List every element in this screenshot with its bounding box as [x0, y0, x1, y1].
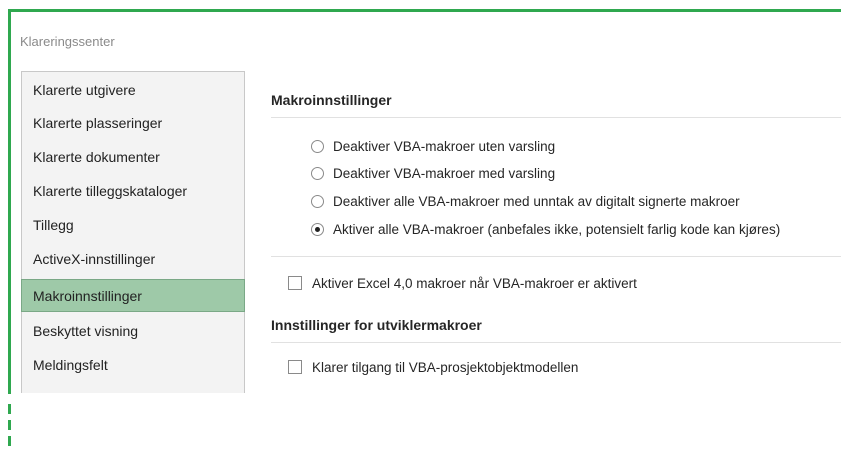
callout-border-top — [8, 9, 841, 12]
section-divider — [271, 117, 841, 118]
checkbox[interactable] — [288, 276, 302, 290]
radio-button[interactable] — [311, 139, 324, 153]
option-label: Deaktiver VBA-makroer med varsling — [333, 165, 556, 181]
checkbox-label: Aktiver Excel 4,0 makroer når VBA-makroe… — [312, 275, 637, 291]
checkbox-label: Klarer tilgang til VBA-prosjektobjektmod… — [312, 359, 579, 375]
radio-button[interactable] — [311, 194, 324, 208]
option-label: Deaktiver VBA-makroer uten varsling — [333, 138, 556, 154]
radio-disable-except-signed[interactable]: Deaktiver alle VBA-makroer med unntak av… — [311, 191, 740, 211]
dialog-title: Klareringssenter — [20, 34, 115, 49]
sidebar-item-trusted-documents[interactable]: Klarerte dokumenter — [22, 141, 244, 174]
option-label: Deaktiver alle VBA-makroer med unntak av… — [333, 193, 740, 209]
sidebar-item-protected-view[interactable]: Beskyttet visning — [22, 315, 244, 348]
radio-disable-with-notification[interactable]: Deaktiver VBA-makroer med varsling — [311, 163, 555, 183]
sidebar-item-addins[interactable]: Tillegg — [22, 209, 244, 242]
macro-settings-heading: Makroinnstillinger — [271, 92, 392, 108]
sidebar-item-message-bar[interactable]: Meldingsfelt — [22, 349, 244, 382]
section-divider — [271, 256, 841, 257]
callout-border-dash — [8, 404, 11, 414]
sidebar-item-activex-settings[interactable]: ActiveX-innstillinger — [22, 243, 244, 276]
callout-border-left — [8, 9, 11, 394]
radio-button-checked[interactable] — [311, 222, 324, 236]
sidebar-item-trusted-addin-catalogs[interactable]: Klarerte tilleggskataloger — [22, 175, 244, 208]
radio-enable-all[interactable]: Aktiver alle VBA-makroer (anbefales ikke… — [311, 219, 780, 239]
developer-settings-heading: Innstillinger for utviklermakroer — [271, 317, 482, 333]
checkbox-trust-vba-object-model[interactable]: Klarer tilgang til VBA-prosjektobjektmod… — [288, 357, 578, 377]
radio-disable-no-notification[interactable]: Deaktiver VBA-makroer uten varsling — [311, 136, 555, 156]
section-divider — [271, 342, 841, 343]
sidebar-item-macro-settings[interactable]: Makroinnstillinger — [21, 279, 245, 312]
checkbox[interactable] — [288, 360, 302, 374]
option-label: Aktiver alle VBA-makroer (anbefales ikke… — [333, 221, 781, 237]
callout-border-dash — [8, 420, 11, 430]
radio-button[interactable] — [311, 166, 324, 180]
sidebar-item-trusted-publishers[interactable]: Klarerte utgivere — [22, 74, 244, 107]
checkbox-enable-excel4-macros[interactable]: Aktiver Excel 4,0 makroer når VBA-makroe… — [288, 273, 637, 293]
sidebar-nav: Klarerte utgivere Klarerte plasseringer … — [21, 71, 245, 393]
sidebar-item-trusted-locations[interactable]: Klarerte plasseringer — [22, 107, 244, 140]
callout-border-dash — [8, 436, 11, 446]
